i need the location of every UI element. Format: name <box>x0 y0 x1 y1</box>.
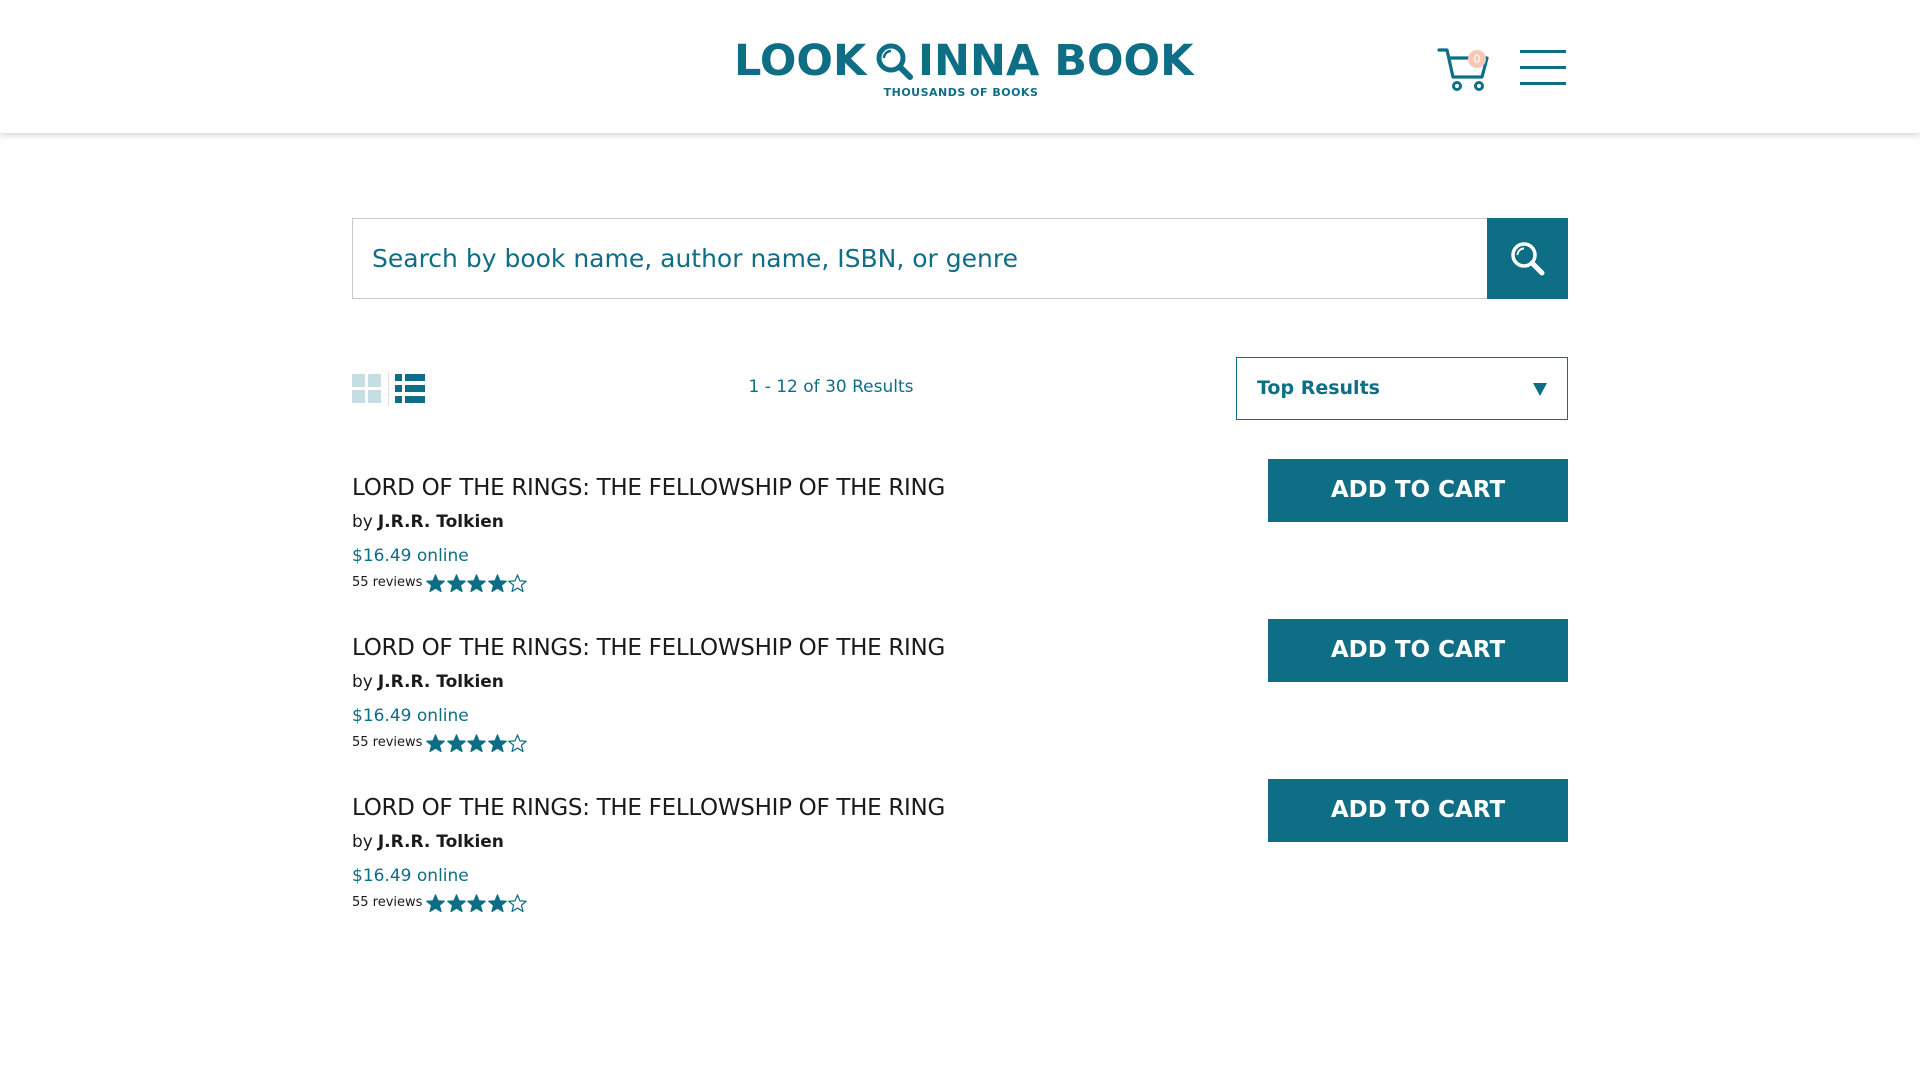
menu-line <box>1520 66 1566 69</box>
result-item: LORD OF THE RINGS: THE FELLOWSHIP OF THE… <box>352 459 1568 605</box>
sort-selected-label: Top Results <box>1257 377 1380 399</box>
star-filled-icon <box>426 734 445 753</box>
grid-view-icon[interactable] <box>352 374 382 404</box>
star-filled-icon <box>426 574 445 593</box>
add-to-cart-button[interactable]: ADD TO CART <box>1268 779 1568 842</box>
add-to-cart-button[interactable]: ADD TO CART <box>1268 459 1568 522</box>
star-rating <box>426 574 530 594</box>
by-label: by <box>352 672 373 692</box>
book-title[interactable]: LORD OF THE RINGS: THE FELLOWSHIP OF THE… <box>352 795 945 821</box>
menu-line <box>1520 82 1566 85</box>
review-count[interactable]: 55 reviews <box>352 735 422 750</box>
author-name[interactable]: J.R.R. Tolkien <box>378 512 504 532</box>
book-title[interactable]: LORD OF THE RINGS: THE FELLOWSHIP OF THE… <box>352 475 945 501</box>
magnifier-icon <box>876 43 913 80</box>
search-icon <box>1511 242 1545 276</box>
hamburger-menu-icon[interactable] <box>1520 48 1566 86</box>
logo-word-look: LOOK <box>734 36 867 86</box>
view-toggle-divider <box>388 372 389 406</box>
book-price: $16.49 online <box>352 706 469 726</box>
star-filled-icon <box>487 894 507 913</box>
star-filled-icon <box>487 734 507 753</box>
shopping-cart-icon[interactable] <box>1436 44 1492 92</box>
star-filled-icon <box>467 574 486 593</box>
author-line: by J.R.R. Tolkien <box>352 832 504 852</box>
logo-tagline: THOUSANDS OF BOOKS <box>883 86 1039 99</box>
by-label: by <box>352 832 373 852</box>
add-to-cart-button[interactable]: ADD TO CART <box>1268 619 1568 682</box>
list-view-icon[interactable] <box>395 374 425 404</box>
book-price: $16.49 online <box>352 866 469 886</box>
caret-down-icon <box>1533 383 1547 396</box>
logo-word-inna-book: INNA BOOK <box>918 36 1194 86</box>
star-filled-icon <box>446 734 466 753</box>
author-name[interactable]: J.R.R. Tolkien <box>378 672 504 692</box>
review-count[interactable]: 55 reviews <box>352 895 422 910</box>
book-title[interactable]: LORD OF THE RINGS: THE FELLOWSHIP OF THE… <box>352 635 945 661</box>
site-header: LOOK INNA BOOK THOUSANDS OF BOOKS 0 <box>0 0 1920 133</box>
author-line: by J.R.R. Tolkien <box>352 512 504 532</box>
author-name[interactable]: J.R.R. Tolkien <box>378 832 504 852</box>
results-count: 1 - 12 of 30 Results <box>748 377 914 397</box>
star-empty-icon <box>508 734 527 753</box>
star-empty-icon <box>508 894 527 913</box>
star-empty-icon <box>508 574 527 593</box>
menu-line <box>1520 50 1566 53</box>
star-rating <box>426 894 530 914</box>
by-label: by <box>352 512 373 532</box>
star-filled-icon <box>446 574 466 593</box>
cart-count-badge: 0 <box>1468 50 1486 68</box>
star-filled-icon <box>467 734 486 753</box>
sort-dropdown[interactable]: Top Results <box>1236 357 1568 420</box>
book-price: $16.49 online <box>352 546 469 566</box>
review-count[interactable]: 55 reviews <box>352 575 422 590</box>
result-item: LORD OF THE RINGS: THE FELLOWSHIP OF THE… <box>352 779 1568 925</box>
search-button[interactable] <box>1487 218 1568 299</box>
star-filled-icon <box>446 894 466 913</box>
star-rating <box>426 734 530 754</box>
star-filled-icon <box>426 894 445 913</box>
site-logo[interactable]: LOOK INNA BOOK THOUSANDS OF BOOKS <box>734 36 1193 100</box>
search-input[interactable] <box>352 218 1488 299</box>
result-item: LORD OF THE RINGS: THE FELLOWSHIP OF THE… <box>352 619 1568 765</box>
author-line: by J.R.R. Tolkien <box>352 672 504 692</box>
star-filled-icon <box>487 574 507 593</box>
star-filled-icon <box>467 894 486 913</box>
